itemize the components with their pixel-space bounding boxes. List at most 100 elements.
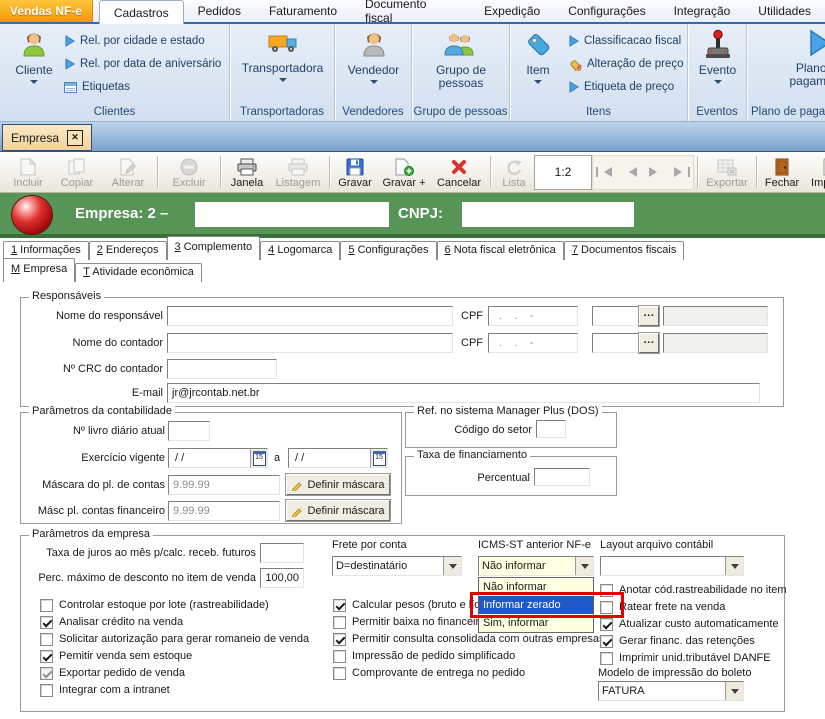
gravar-button[interactable]: Gravar — [333, 153, 377, 191]
checkbox-box[interactable] — [333, 667, 346, 680]
checkbox-box[interactable] — [40, 667, 53, 680]
lookup-contador-field[interactable] — [592, 333, 639, 353]
tab-logomarca[interactable]: 4 Logomarca — [260, 241, 340, 260]
percentual-field[interactable] — [534, 468, 590, 486]
etiquetas-link[interactable]: Etiquetas — [64, 78, 130, 96]
checkbox-solicitar-autorizacao-romaneio[interactable]: Solicitar autorização para gerar romanei… — [40, 632, 309, 646]
layout-arquivo-combobox[interactable] — [600, 556, 744, 576]
checkbox-box[interactable] — [40, 599, 53, 612]
cpf-contador-field[interactable]: . . - — [488, 333, 578, 353]
calendar-button[interactable]: 15 — [250, 449, 267, 467]
tab-empresa[interactable]: M Empresa — [3, 258, 75, 282]
checkbox-box[interactable] — [600, 652, 613, 665]
alteracao-preco-link[interactable]: Alteração de preço — [568, 55, 684, 73]
vendedor-button[interactable]: Vendedor — [335, 29, 412, 88]
menu-tab-cadastros[interactable]: Cadastros — [99, 0, 184, 24]
checkbox-anotar-rastreabilidade[interactable]: Anotar cód.rastreabilidade no item — [600, 583, 787, 597]
nav-last-button[interactable] — [674, 167, 690, 177]
dropdown-arrow-icon[interactable] — [443, 557, 461, 575]
checkbox-atualizar-custo[interactable]: Atualizar custo automaticamente — [600, 617, 779, 631]
mascara-contas-field[interactable]: 9.99.99 — [168, 475, 280, 495]
ellipsis-button[interactable]: ··· — [639, 333, 659, 353]
dropdown-arrow-icon[interactable] — [725, 682, 743, 700]
janela-button[interactable]: Janela — [224, 153, 270, 191]
nav-first-button[interactable] — [596, 167, 612, 177]
close-icon[interactable]: ✕ — [67, 130, 83, 146]
exercicio-fim-datefield[interactable]: / / 15 — [288, 448, 388, 468]
nome-contador-field[interactable] — [167, 333, 453, 353]
checkbox-controlar-estoque-lote[interactable]: Controlar estoque por lote (rastreabilid… — [40, 598, 269, 612]
lista-button[interactable]: Lista — [494, 153, 534, 191]
email-field[interactable]: jr@jrcontab.net.br — [167, 383, 760, 403]
excluir-button[interactable]: Excluir — [161, 153, 217, 191]
listagem-button[interactable]: Listagem — [270, 153, 326, 191]
checkbox-box[interactable] — [40, 684, 53, 697]
dropdown-arrow-icon[interactable] — [725, 557, 743, 575]
checkbox-box[interactable] — [40, 616, 53, 629]
exercicio-inicio-datefield[interactable]: / / 15 — [168, 448, 268, 468]
checkbox-gerar-financ-retencoes[interactable]: Gerar financ. das retenções — [600, 634, 755, 648]
checkbox-analisar-credito[interactable]: Analisar crédito na venda — [40, 615, 183, 629]
checkbox-integrar-intranet[interactable]: Integrar com a intranet — [40, 683, 170, 697]
menu-tab-expedicao[interactable]: Expedição — [470, 0, 554, 22]
alterar-button[interactable]: Alterar — [102, 153, 154, 191]
tab-enderecos[interactable]: 2 Endereços — [89, 241, 167, 260]
masc-financeiro-field[interactable]: 9.99.99 — [168, 501, 280, 521]
codigo-setor-field[interactable] — [536, 420, 566, 438]
checkbox-box[interactable] — [600, 618, 613, 631]
cpf-responsavel-field[interactable]: . . - — [488, 306, 578, 326]
perc-desconto-field[interactable]: 100,00 — [260, 568, 304, 588]
menu-tab-configuracoes[interactable]: Configurações — [554, 0, 659, 22]
checkbox-consulta-consolidada[interactable]: Permitir consulta consolidada com outras… — [333, 632, 605, 646]
etiqueta-preco-link[interactable]: Etiqueta de preço — [568, 78, 674, 96]
checkbox-box[interactable] — [333, 633, 346, 646]
evento-button[interactable]: Evento — [688, 29, 747, 88]
rel-data-aniversario-link[interactable]: Rel. por data de aniversário — [64, 55, 221, 73]
icms-st-combobox[interactable]: Não informar — [478, 556, 594, 576]
cancelar-button[interactable]: Cancelar — [431, 153, 487, 191]
checkbox-box[interactable] — [40, 650, 53, 663]
tab-nota-fiscal-eletronica[interactable]: 6 Nota fiscal eletrônica — [437, 241, 564, 260]
item-button[interactable]: Item — [516, 29, 560, 88]
copiar-button[interactable]: Copiar — [52, 153, 102, 191]
dropdown-arrow-icon[interactable] — [575, 557, 593, 575]
plano-pagamento-button[interactable]: Plano de pagamento — [767, 29, 825, 88]
menu-tab-documento-fiscal[interactable]: Documento fiscal — [351, 0, 470, 22]
tab-atividade-economica[interactable]: T Atividade econômica — [75, 263, 201, 282]
lookup-responsavel-field[interactable] — [592, 306, 639, 326]
window-tab-empresa[interactable]: Empresa ✕ — [2, 124, 92, 151]
checkbox-box[interactable] — [333, 616, 346, 629]
checkbox-imprimir-unid-tributavel[interactable]: Imprimir unid.tributável DANFE — [600, 651, 771, 665]
crc-field[interactable] — [167, 359, 277, 379]
checkbox-permitir-venda-sem-estoque[interactable]: Pemitir venda sem estoque — [40, 649, 192, 663]
classificacao-fiscal-link[interactable]: Classificacao fiscal — [568, 32, 681, 50]
taxa-juros-field[interactable] — [260, 543, 304, 563]
checkbox-box[interactable] — [40, 633, 53, 646]
cliente-button[interactable]: Cliente — [8, 29, 60, 88]
grupo-pessoas-button[interactable]: Grupo de pessoas — [421, 29, 501, 90]
frete-combobox[interactable]: D=destinatário — [332, 556, 462, 576]
nav-prev-button[interactable] — [624, 167, 637, 177]
gravar-mais-button[interactable]: Gravar + — [377, 153, 431, 191]
tab-documentos-fiscais[interactable]: 7 Documentos fiscais — [564, 241, 685, 260]
importar-button[interactable]: Importar — [804, 153, 825, 191]
livro-diario-field[interactable] — [168, 421, 210, 441]
menu-tab-integracao[interactable]: Integração — [660, 0, 745, 22]
calendar-button[interactable]: 15 — [370, 449, 387, 467]
app-button[interactable]: Vendas NF-e — [0, 0, 93, 22]
menu-tab-faturamento[interactable]: Faturamento — [255, 0, 351, 22]
nome-responsavel-field[interactable] — [167, 306, 453, 326]
menu-tab-pedidos[interactable]: Pedidos — [184, 0, 255, 22]
menu-tab-utilidades[interactable]: Utilidades — [744, 0, 825, 22]
fechar-button[interactable]: Fechar — [760, 153, 804, 191]
checkbox-comprovante-entrega[interactable]: Comprovante de entrega no pedido — [333, 666, 525, 680]
transportadora-button[interactable]: Transportadora — [230, 29, 335, 86]
definir-mascara-button[interactable]: Definir máscara — [286, 474, 390, 495]
nav-next-button[interactable] — [649, 167, 662, 177]
tab-complemento[interactable]: 3 Complemento — [167, 236, 261, 260]
rel-cidade-estado-link[interactable]: Rel. por cidade e estado — [64, 32, 205, 50]
ellipsis-button[interactable]: ··· — [639, 306, 659, 326]
incluir-button[interactable]: Incluir — [4, 153, 52, 191]
checkbox-box[interactable] — [600, 635, 613, 648]
checkbox-exportar-pedido-venda[interactable]: Exportar pedido de venda — [40, 666, 185, 680]
